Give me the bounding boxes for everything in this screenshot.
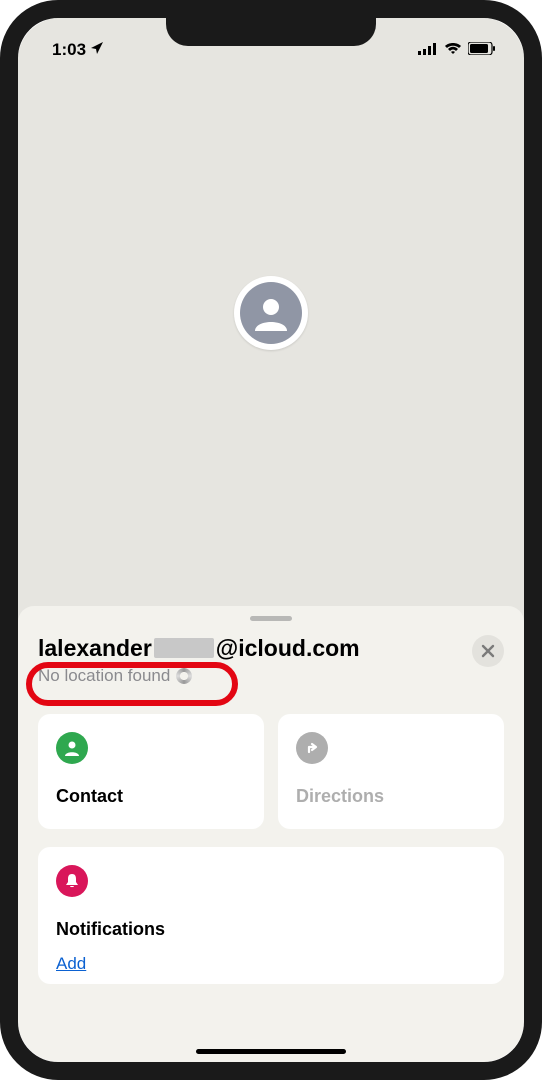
location-arrow-icon [90,40,104,60]
contact-avatar-pin[interactable] [234,276,308,350]
bell-icon [56,865,88,897]
close-icon [481,644,495,658]
loading-spinner-icon [176,668,192,684]
detail-sheet[interactable]: lalexander@icloud.com No location found … [18,606,524,1062]
directions-tile[interactable]: Directions [278,714,504,829]
battery-icon [468,40,496,60]
cellular-icon [418,40,438,60]
directions-arrow-icon [296,732,328,764]
contact-tile-label: Contact [56,786,246,807]
contact-tile[interactable]: Contact [38,714,264,829]
close-button[interactable] [472,635,504,667]
notifications-title: Notifications [56,919,486,940]
directions-tile-label: Directions [296,786,486,807]
status-bar: 1:03 [18,36,524,64]
location-status-text: No location found [38,666,170,686]
sheet-grabber[interactable] [250,616,292,621]
notifications-card[interactable]: Notifications Add [38,847,504,984]
redacted-text [154,638,214,658]
home-indicator[interactable] [196,1049,346,1054]
add-notification-link[interactable]: Add [56,954,86,973]
person-icon [56,732,88,764]
status-time: 1:03 [52,40,86,60]
wifi-icon [444,40,462,60]
avatar-icon [240,282,302,344]
contact-title: lalexander@icloud.com [38,635,462,662]
